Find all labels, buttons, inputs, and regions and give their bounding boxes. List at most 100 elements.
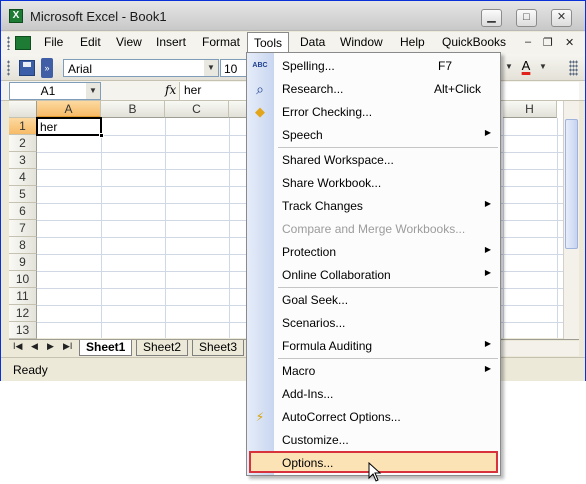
select-all-corner[interactable] [9, 101, 37, 118]
row-header[interactable]: 3 [9, 152, 37, 169]
row-header[interactable]: 7 [9, 220, 37, 237]
toolbar-grip-icon[interactable] [7, 60, 10, 76]
row-header[interactable]: 6 [9, 203, 37, 220]
name-box[interactable]: A1 ▼ [9, 82, 101, 100]
menu-item-label: Formula Auditing [282, 339, 373, 353]
menu-item-label: Compare and Merge Workbooks... [282, 222, 466, 236]
tab-sheet3[interactable]: Sheet3 [192, 340, 245, 356]
menu-item-label: Goal Seek... [282, 293, 349, 307]
vertical-scrollbar[interactable] [563, 101, 579, 339]
active-cell-a1[interactable]: her [36, 117, 104, 138]
menu-help[interactable]: Help [399, 35, 426, 49]
row-header[interactable]: 10 [9, 271, 37, 288]
first-sheet-icon[interactable]: I◀ [13, 341, 22, 352]
row-header[interactable]: 8 [9, 237, 37, 254]
submenu-arrow-icon: ▶ [484, 339, 491, 348]
maximize-button[interactable]: □ [516, 9, 537, 27]
workbook-close-button[interactable]: ✕ [565, 36, 574, 49]
horizontal-scrollbar[interactable] [501, 341, 579, 356]
toolbar-more-icon[interactable] [569, 60, 578, 76]
tab-sheet1[interactable]: Sheet1 [79, 340, 133, 356]
menu-insert[interactable]: Insert [155, 35, 187, 49]
tools-dropdown-menu: ABC Spelling... F7 ⌕ Research... Alt+Cli… [246, 52, 501, 476]
insert-function-icon[interactable]: fx [165, 83, 176, 97]
menu-quickbooks[interactable]: QuickBooks [441, 35, 507, 49]
workbook-minimize-button[interactable]: – [525, 36, 531, 48]
chevron-down-icon[interactable]: ▼ [539, 62, 547, 71]
menubar-grip-icon[interactable] [7, 36, 10, 50]
tab-sheet2[interactable]: Sheet2 [136, 340, 189, 356]
row-header[interactable]: 13 [9, 322, 37, 339]
title-bar: X Microsoft Excel - Book1 ▁ □ ✕ [1, 1, 585, 31]
row-header[interactable]: 5 [9, 186, 37, 203]
workbook-restore-button[interactable]: ❐ [543, 36, 553, 49]
close-button[interactable]: ✕ [551, 9, 572, 27]
menu-item-online-collaboration[interactable]: Online Collaboration ▶ [274, 264, 500, 287]
menu-item-label: Error Checking... [282, 105, 373, 119]
menu-item-scenarios[interactable]: Scenarios... [274, 312, 500, 335]
next-sheet-icon[interactable]: ▶ [47, 341, 54, 352]
menu-view[interactable]: View [115, 35, 143, 49]
menu-item-share-workbook[interactable]: Share Workbook... [274, 172, 500, 195]
chevron-down-icon[interactable]: ▼ [86, 83, 100, 99]
font-name-select[interactable]: Arial ▼ [63, 59, 219, 77]
name-box-value: A1 [40, 84, 56, 98]
menu-item-macro[interactable]: Macro ▶ [274, 360, 500, 383]
menu-item-shortcut: F7 [438, 59, 453, 73]
scrollbar-thumb[interactable] [565, 119, 578, 249]
font-color-button[interactable]: A [517, 58, 535, 78]
column-header[interactable]: A [37, 101, 101, 118]
column-header[interactable]: C [165, 101, 229, 118]
menu-item-label: Customize... [282, 433, 349, 447]
chevron-down-icon[interactable]: ▼ [204, 60, 218, 76]
submenu-arrow-icon: ▶ [484, 268, 491, 277]
chevron-down-icon[interactable]: ▼ [505, 62, 513, 71]
column-header[interactable]: H [503, 101, 557, 118]
column-header[interactable] [229, 101, 247, 118]
menu-item-autocorrect-options[interactable]: ⚡ AutoCorrect Options... [256, 406, 500, 429]
menu-item-error-checking[interactable]: ◆ Error Checking... [255, 101, 500, 124]
menu-file[interactable]: File [43, 35, 64, 49]
menu-data[interactable]: Data [299, 35, 326, 49]
error-checking-icon: ◆ [255, 104, 265, 119]
menu-item-track-changes[interactable]: Track Changes ▶ [274, 195, 500, 218]
menu-item-compare-merge: Compare and Merge Workbooks... [274, 218, 500, 241]
row-header[interactable]: 12 [9, 305, 37, 322]
menu-window[interactable]: Window [339, 35, 384, 49]
prev-sheet-icon[interactable]: ◀ [31, 341, 38, 352]
menu-item-label: Online Collaboration [282, 268, 391, 282]
menu-item-goal-seek[interactable]: Goal Seek... [274, 289, 500, 312]
menu-item-customize[interactable]: Customize... [274, 429, 500, 452]
menu-format[interactable]: Format [201, 35, 241, 49]
menu-item-shared-workspace[interactable]: Shared Workspace... [274, 149, 500, 172]
menu-item-research[interactable]: ⌕ Research... Alt+Click [256, 78, 500, 101]
submenu-arrow-icon: ▶ [484, 199, 491, 208]
menu-item-label: Add-Ins... [282, 387, 334, 401]
row-header[interactable]: 11 [9, 288, 37, 305]
menu-item-label: Macro [282, 364, 316, 378]
excel-app-icon[interactable]: X [9, 9, 23, 23]
font-size-value: 10 [224, 62, 238, 76]
row-header[interactable]: 9 [9, 254, 37, 271]
column-header[interactable]: B [101, 101, 165, 118]
row-header[interactable]: 4 [9, 169, 37, 186]
menu-item-shortcut: Alt+Click [434, 82, 482, 96]
fill-handle[interactable] [99, 133, 104, 138]
save-icon[interactable] [19, 60, 35, 76]
status-text: Ready [13, 363, 48, 377]
menu-tools[interactable]: Tools [247, 32, 290, 54]
menu-item-protection[interactable]: Protection ▶ [274, 241, 500, 264]
menu-item-add-ins[interactable]: Add-Ins... [274, 383, 500, 406]
menu-item-formula-auditing[interactable]: Formula Auditing ▶ [274, 335, 500, 358]
last-sheet-icon[interactable]: ▶I [63, 341, 72, 352]
menu-item-speech[interactable]: Speech ▶ [274, 124, 500, 147]
menu-edit[interactable]: Edit [79, 35, 102, 49]
menu-item-label: Research... [282, 82, 344, 96]
workbook-icon[interactable] [15, 36, 31, 50]
minimize-button[interactable]: ▁ [481, 9, 502, 27]
menu-item-spelling[interactable]: ABC Spelling... F7 [252, 55, 500, 78]
row-header[interactable]: 1 [9, 118, 37, 135]
menu-bar: File Edit View Insert Format Tools Data … [1, 32, 585, 54]
row-header[interactable]: 2 [9, 135, 37, 152]
toolbar-options-chevron-icon[interactable]: » [41, 58, 53, 78]
